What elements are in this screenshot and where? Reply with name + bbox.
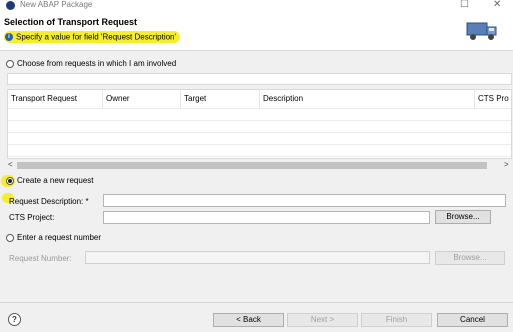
window-title: New ABAP Package bbox=[20, 0, 93, 9]
maximize-icon[interactable]: ☐ bbox=[460, 0, 469, 10]
scroll-left-icon[interactable]: < bbox=[8, 160, 13, 169]
validation-message-text: Specify a value for field 'Request Descr… bbox=[16, 32, 177, 42]
column-header-owner[interactable]: Owner bbox=[103, 90, 181, 108]
column-header-transport-request[interactable]: Transport Request bbox=[8, 90, 103, 108]
create-request-radio[interactable] bbox=[6, 177, 14, 185]
request-number-field[interactable] bbox=[85, 251, 430, 264]
transport-truck-icon bbox=[466, 22, 497, 40]
footer-separator bbox=[0, 302, 513, 303]
column-header-description[interactable]: Description bbox=[260, 90, 475, 108]
scroll-right-icon[interactable]: > bbox=[504, 160, 509, 169]
request-number-browse-button[interactable]: Browse... bbox=[435, 251, 505, 265]
request-description-label: Request Description: * bbox=[9, 197, 89, 206]
table-header-divider bbox=[8, 108, 511, 109]
create-request-label[interactable]: Create a new request bbox=[17, 176, 94, 185]
page-title: Selection of Transport Request bbox=[4, 17, 138, 27]
cancel-button[interactable]: Cancel bbox=[437, 313, 508, 327]
enter-request-radio[interactable] bbox=[6, 234, 14, 242]
enter-request-label[interactable]: Enter a request number bbox=[17, 233, 101, 242]
requests-table[interactable]: Transport Request Owner Target Descripti… bbox=[7, 89, 512, 159]
table-row-line bbox=[8, 132, 511, 133]
cts-project-label: CTS Project: bbox=[9, 213, 55, 222]
table-row-line bbox=[8, 120, 511, 121]
validation-message: i Specify a value for field 'Request Desc… bbox=[4, 31, 181, 43]
request-number-label: Request Number: bbox=[9, 254, 72, 263]
close-icon[interactable]: ✕ bbox=[493, 0, 501, 10]
scrollbar-thumb[interactable] bbox=[17, 162, 487, 169]
choose-requests-radio[interactable] bbox=[6, 60, 14, 68]
request-description-field[interactable] bbox=[103, 194, 506, 207]
column-header-target[interactable]: Target bbox=[181, 90, 260, 108]
table-row-line bbox=[8, 156, 511, 157]
cts-project-field[interactable] bbox=[103, 211, 430, 224]
request-filter-field[interactable] bbox=[7, 73, 512, 85]
table-horizontal-scrollbar[interactable]: < > bbox=[7, 160, 512, 170]
help-icon[interactable]: ? bbox=[8, 313, 21, 326]
table-row-line bbox=[8, 144, 511, 145]
window-titlebar: New ABAP Package ☐ ✕ bbox=[0, 0, 513, 12]
app-icon bbox=[6, 1, 15, 10]
wizard-header: Selection of Transport Request i Specify … bbox=[0, 12, 513, 48]
finish-button[interactable]: Finish bbox=[361, 313, 432, 327]
back-button[interactable]: < Back bbox=[213, 313, 284, 327]
cts-project-browse-button[interactable]: Browse... bbox=[435, 210, 491, 224]
column-header-cts-project[interactable]: CTS Pro bbox=[475, 90, 511, 108]
info-icon: i bbox=[5, 32, 13, 41]
next-button[interactable]: Next > bbox=[287, 313, 358, 327]
choose-requests-label[interactable]: Choose from requests in which I am invol… bbox=[17, 59, 176, 68]
